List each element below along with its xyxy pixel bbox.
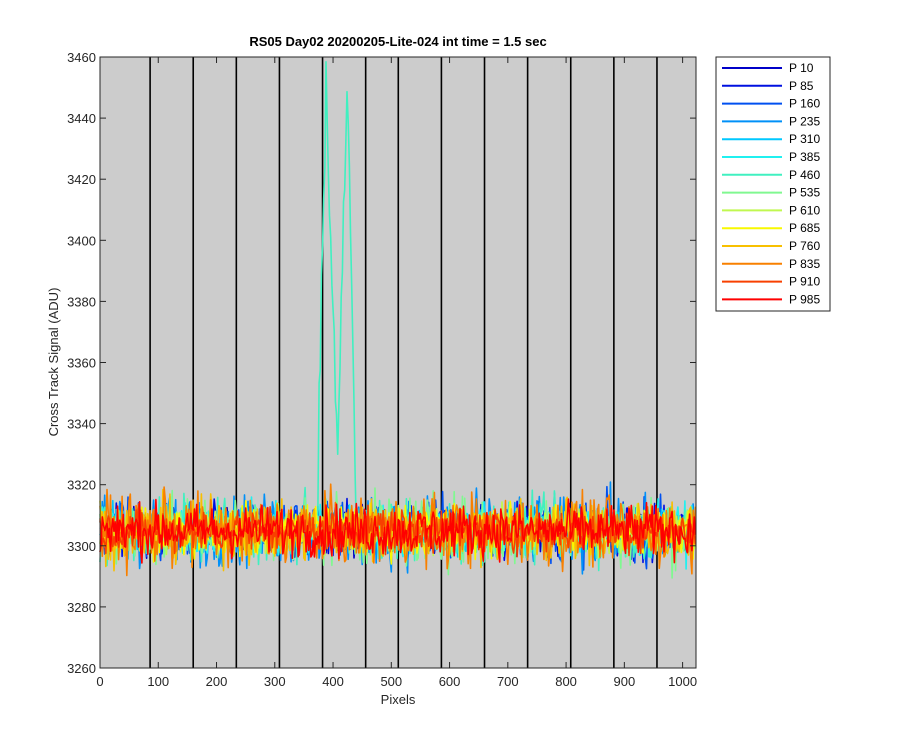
x-axis-label: Pixels xyxy=(381,692,416,707)
x-tick-label: 1000 xyxy=(668,674,697,689)
legend-entry-6: P 460 xyxy=(789,168,820,182)
x-tick-label: 300 xyxy=(264,674,286,689)
legend-entry-13: P 985 xyxy=(789,292,820,306)
y-tick-label: 3300 xyxy=(67,539,96,554)
legend-entry-12: P 910 xyxy=(789,275,820,289)
legend-entry-5: P 385 xyxy=(789,150,820,164)
legend-entry-2: P 160 xyxy=(789,97,820,111)
legend-entry-4: P 310 xyxy=(789,132,820,146)
y-tick-label: 3360 xyxy=(67,356,96,371)
y-tick-label: 3400 xyxy=(67,233,96,248)
x-tick-label: 400 xyxy=(322,674,344,689)
x-tick-label: 0 xyxy=(96,674,103,689)
x-tick-label: 900 xyxy=(613,674,635,689)
x-tick-label: 700 xyxy=(497,674,519,689)
legend-entry-8: P 610 xyxy=(789,203,820,217)
y-tick-label: 3460 xyxy=(67,50,96,65)
legend-entry-9: P 685 xyxy=(789,221,820,235)
legend-entry-1: P 85 xyxy=(789,79,814,93)
y-tick-label: 3340 xyxy=(67,417,96,432)
x-tick-label: 200 xyxy=(206,674,228,689)
y-axis-label: Cross Track Signal (ADU) xyxy=(46,288,61,437)
x-tick-label: 100 xyxy=(147,674,169,689)
chart: RS05 Day02 20200205-Lite-024 int time = … xyxy=(46,34,831,707)
legend-entry-7: P 535 xyxy=(789,186,820,200)
y-tick-label: 3280 xyxy=(67,600,96,615)
y-tick-label: 3260 xyxy=(67,661,96,676)
legend-entry-10: P 760 xyxy=(789,239,820,253)
legend-entry-3: P 235 xyxy=(789,114,820,128)
x-tick-label: 500 xyxy=(380,674,402,689)
chart-title: RS05 Day02 20200205-Lite-024 int time = … xyxy=(249,34,546,49)
legend: P 10 P 85 P 160 P 235 P 310 P 385 P 460 P 535 P … xyxy=(715,56,831,312)
y-tick-label: 3380 xyxy=(67,294,96,309)
legend-entry-0: P 10 xyxy=(789,61,814,75)
legend-box xyxy=(715,56,831,312)
y-tick-label: 3440 xyxy=(67,111,96,126)
y-tick-label: 3320 xyxy=(67,478,96,493)
x-tick-label: 600 xyxy=(439,674,461,689)
legend-entry-11: P 835 xyxy=(789,257,820,271)
y-tick-label: 3420 xyxy=(67,172,96,187)
x-tick-label: 800 xyxy=(555,674,577,689)
